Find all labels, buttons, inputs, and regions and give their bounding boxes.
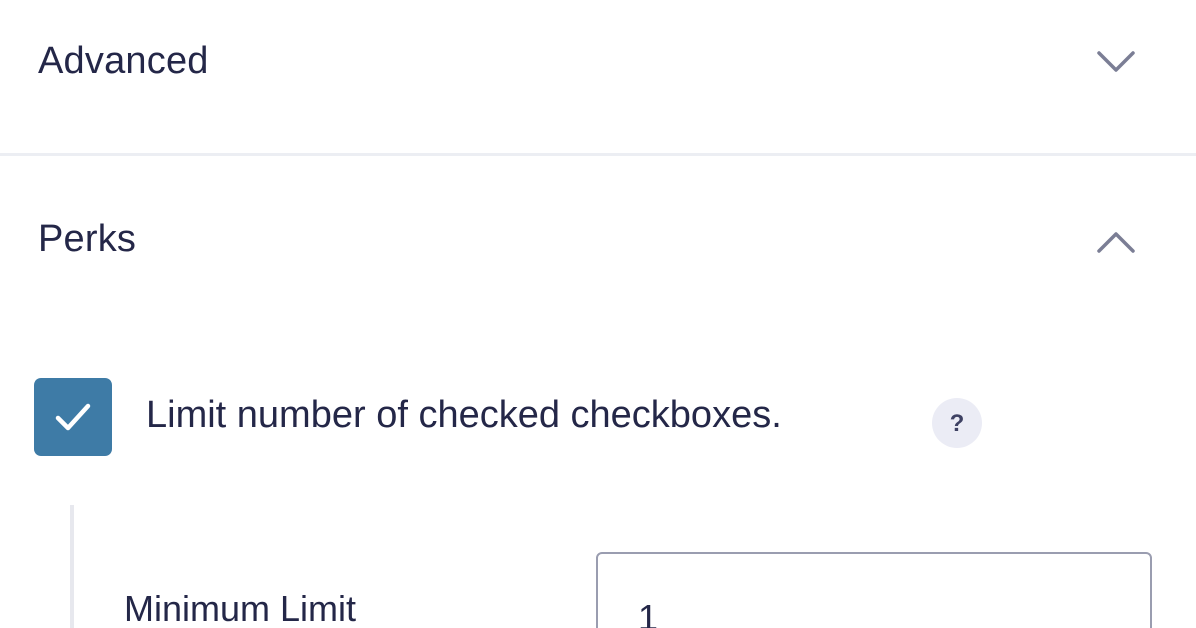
help-icon[interactable]: ? (932, 398, 982, 448)
limit-checkboxes-label[interactable]: Limit number of checked checkboxes. (146, 394, 782, 437)
perks-section-header[interactable]: Perks (0, 156, 1196, 306)
chevron-down-icon[interactable] (1094, 48, 1138, 76)
minimum-limit-label: Minimum Limit (124, 588, 357, 628)
perks-section-title: Perks (38, 218, 137, 260)
advanced-section-header[interactable]: Advanced (0, 0, 1196, 154)
checkmark-icon (55, 403, 91, 431)
minimum-limit-input[interactable] (596, 552, 1152, 628)
limit-checkboxes-checkbox[interactable] (34, 378, 112, 456)
limit-checkboxes-row: Limit number of checked checkboxes. ? (34, 378, 1034, 458)
form-settings-panel: Advanced Perks Limit number of checked c… (0, 0, 1196, 628)
nested-settings-rule (70, 505, 74, 628)
chevron-up-icon[interactable] (1094, 228, 1138, 256)
advanced-section-title: Advanced (38, 40, 209, 82)
